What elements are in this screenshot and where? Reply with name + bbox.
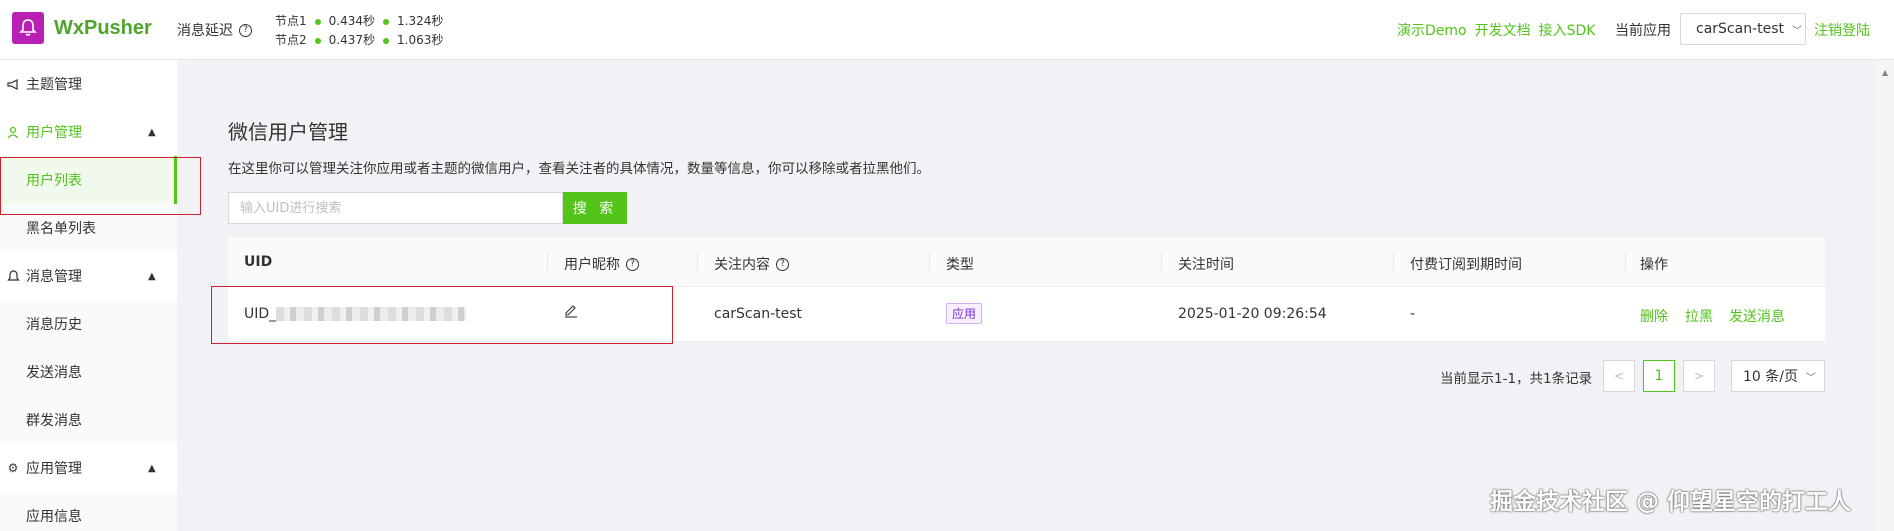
help-icon[interactable]: ? (626, 257, 639, 271)
node-latency: 1.324秒 (397, 14, 444, 28)
block-button[interactable]: 拉黑 (1685, 306, 1713, 326)
node-latency: 0.437秒 (328, 33, 375, 47)
sidebar-item-mass-send[interactable]: 群发消息 (0, 396, 177, 444)
sidebar-item-apps[interactable]: ⚙ 应用管理 ▲ (0, 444, 177, 492)
status-dot-icon (383, 18, 389, 25)
node-latency: 1.063秒 (397, 33, 444, 47)
app-select[interactable]: carScan-test ﹀ (1680, 13, 1806, 45)
chevron-up-icon: ▲ (148, 462, 156, 474)
bell-logo-icon (12, 12, 44, 44)
column-header-nickname: 用户昵称? (564, 254, 639, 274)
table-header: UID 用户昵称? 关注内容? 类型 关注时间 付费订阅到期时间 操作 (228, 237, 1825, 287)
sidebar-item-label: 群发消息 (26, 413, 82, 429)
sidebar-item-label: 黑名单列表 (26, 221, 96, 237)
page-button[interactable]: 1 (1643, 360, 1675, 392)
sidebar-item-label: 主题管理 (26, 77, 82, 93)
sidebar: 主题管理 用户管理 ▲ 用户列表 黑名单列表 消息管理 ▲ 消息历史 发送消息 … (0, 60, 177, 531)
scroll-up-icon[interactable]: ▲ (1882, 68, 1888, 77)
bell-icon (6, 269, 20, 283)
page-size-value: 10 条/页 (1743, 369, 1798, 385)
header-links: 演示Demo 开发文档 接入SDK (1397, 20, 1603, 40)
app-select-value: carScan-test (1696, 21, 1785, 37)
send-message-button[interactable]: 发送消息 (1729, 306, 1785, 326)
type-badge: 应用 (946, 303, 983, 324)
column-header-time: 关注时间 (1178, 257, 1234, 273)
demo-link[interactable]: 演示Demo (1397, 20, 1467, 40)
sidebar-item-label: 消息历史 (26, 317, 82, 333)
page-size-select[interactable]: 10 条/页 ﹀ (1731, 360, 1825, 392)
column-divider (1393, 253, 1394, 271)
column-header-follow: 关注内容? (714, 254, 789, 274)
docs-link[interactable]: 开发文档 (1475, 20, 1531, 40)
sidebar-item-messages[interactable]: 消息管理 ▲ (0, 252, 177, 300)
chevron-down-icon: ﹀ (1805, 372, 1816, 384)
annotation-box (211, 286, 673, 344)
sidebar-item-topics[interactable]: 主题管理 (0, 60, 177, 108)
annotation-box (0, 157, 201, 215)
page-title: 微信用户管理 (228, 120, 348, 144)
column-header-type: 类型 (946, 257, 974, 273)
sidebar-item-label: 消息管理 (26, 269, 82, 285)
next-page-button[interactable]: > (1683, 360, 1715, 392)
latency-indicator: 消息延迟 ? (177, 20, 252, 40)
follow-cell: carScan-test (714, 306, 803, 322)
app-name: WxPusher (54, 16, 152, 39)
sidebar-item-history[interactable]: 消息历史 (0, 300, 177, 348)
node-latency: 0.434秒 (328, 14, 375, 28)
time-cell: 2025-01-20 09:26:54 (1178, 306, 1327, 322)
help-icon[interactable]: ? (776, 257, 789, 271)
page-description: 在这里你可以管理关注你应用或者主题的微信用户，查看关注者的具体情况，数量等信息，… (228, 161, 930, 177)
node-name: 节点2 (275, 33, 307, 47)
scrollbar[interactable]: ▲ (1878, 60, 1894, 531)
node-name: 节点1 (275, 14, 307, 28)
sdk-link[interactable]: 接入SDK (1539, 20, 1596, 40)
chevron-up-icon: ▲ (148, 270, 156, 282)
column-divider (697, 253, 698, 271)
paid-cell: - (1410, 306, 1416, 322)
status-dot-icon (314, 37, 321, 44)
node-row: 节点2 0.437秒 1.063秒 (275, 31, 443, 50)
prev-page-button[interactable]: < (1603, 360, 1635, 392)
column-divider (1625, 253, 1626, 271)
delete-button[interactable]: 删除 (1640, 306, 1668, 326)
column-header-label: 关注内容 (714, 257, 770, 273)
chevron-down-icon: ﹀ (1792, 25, 1803, 37)
gear-icon: ⚙ (7, 461, 19, 475)
logo[interactable]: WxPusher (12, 12, 152, 44)
help-icon[interactable]: ? (239, 23, 252, 37)
sidebar-item-app-info[interactable]: 应用信息 (0, 492, 177, 531)
column-header-paid: 付费订阅到期时间 (1410, 257, 1522, 273)
sidebar-item-users[interactable]: 用户管理 ▲ (0, 108, 177, 156)
watermark: 掘金技术社区 @ 仰望星空的打工人 (1490, 489, 1852, 515)
latency-label: 消息延迟 (177, 23, 233, 39)
logout-link[interactable]: 注销登陆 (1814, 20, 1870, 40)
uid-search-input[interactable] (228, 192, 563, 224)
user-icon (6, 125, 20, 139)
column-divider (929, 253, 930, 271)
sidebar-item-send[interactable]: 发送消息 (0, 348, 177, 396)
node-row: 节点1 0.434秒 1.324秒 (275, 12, 443, 31)
column-divider (547, 253, 548, 271)
status-dot-icon (314, 18, 321, 25)
sidebar-item-label: 发送消息 (26, 365, 82, 381)
column-header-ops: 操作 (1640, 257, 1668, 273)
column-header-label: 用户昵称 (564, 257, 620, 273)
current-app-label: 当前应用 (1615, 23, 1671, 39)
sidebar-item-label: 应用信息 (26, 509, 82, 525)
node-status: 节点1 0.434秒 1.324秒 节点2 0.437秒 1.063秒 (275, 12, 443, 50)
megaphone-icon (6, 77, 20, 91)
pagination-info: 当前显示1-1，共1条记录 (1440, 371, 1593, 387)
column-header-uid: UID (244, 254, 273, 270)
status-dot-icon (383, 37, 389, 44)
sidebar-item-label: 用户管理 (26, 125, 82, 141)
sidebar-item-label: 应用管理 (26, 461, 82, 477)
chevron-up-icon: ▲ (148, 126, 156, 138)
column-divider (1161, 253, 1162, 271)
top-header: WxPusher 消息延迟 ? 节点1 0.434秒 1.324秒 节点2 0.… (0, 0, 1894, 60)
search-button[interactable]: 搜 索 (563, 192, 627, 224)
